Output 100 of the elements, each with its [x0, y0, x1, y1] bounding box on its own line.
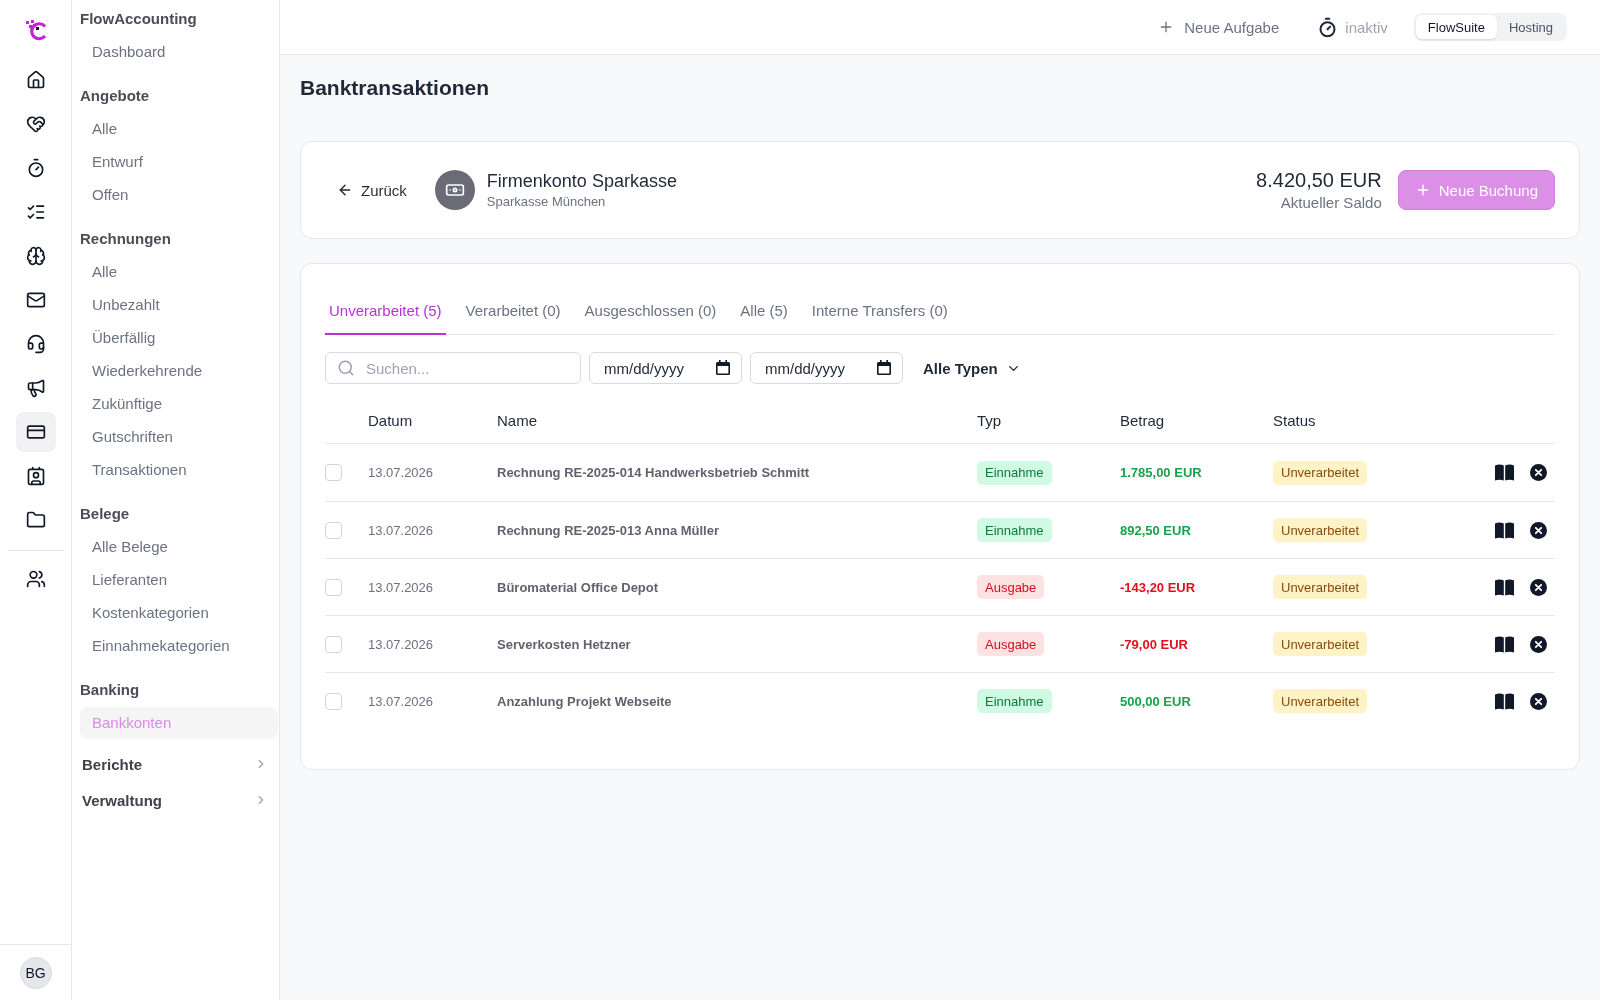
search-field[interactable]: Suchen...	[325, 352, 581, 384]
workspace-tab[interactable]: FlowSuite	[1415, 15, 1497, 39]
sidebar-group[interactable]: Berichte	[82, 755, 143, 773]
nav-button[interactable]	[15, 412, 56, 452]
close-icon[interactable]	[1530, 464, 1547, 481]
logo	[23, 18, 48, 42]
section-heading: Rechnungen	[80, 229, 172, 249]
row-checkbox[interactable]	[325, 521, 342, 539]
book-icon[interactable]	[1495, 521, 1514, 539]
close-icon[interactable]	[1530, 692, 1547, 710]
timer-status: inaktiv	[1345, 18, 1388, 36]
status-tag: Unverarbeitet	[1273, 460, 1368, 485]
name-cell-text: Rechnung RE-2025-013 Anna Müller	[497, 522, 720, 538]
brain-icon	[25, 246, 46, 266]
sidebar-item[interactable]: Einnahmekategorien	[80, 630, 278, 662]
user-avatar[interactable]: BG	[19, 956, 52, 989]
column-header: Status	[1273, 412, 1317, 429]
banknote-icon	[434, 170, 475, 210]
sidebar-item[interactable]: Gutschriften	[80, 421, 278, 453]
filter-tab[interactable]: Interne Transfers (0)	[807, 288, 952, 335]
new-task-button[interactable]: Neue Aufgabe	[1154, 14, 1284, 40]
search-icon	[337, 359, 355, 377]
filter-tab[interactable]: Alle (5)	[736, 288, 792, 335]
bank-name: Sparkasse München	[486, 194, 607, 209]
close-icon[interactable]	[1530, 521, 1547, 539]
close-icon[interactable]	[1530, 578, 1547, 596]
house-icon	[25, 70, 46, 90]
status-tag: Unverarbeitet	[1273, 632, 1368, 656]
type-tag: Einnahme	[977, 518, 1052, 542]
name-cell-text: Serverkosten Hetzner	[497, 636, 632, 652]
section-heading: FlowAccounting	[80, 9, 198, 29]
sidebar-item[interactable]: Lieferanten	[80, 564, 278, 596]
sidebar-item[interactable]: Alle	[80, 113, 278, 145]
type-dropdown[interactable]: Alle Typen	[915, 355, 1029, 381]
headset-icon	[25, 334, 46, 354]
status-tag: Unverarbeitet	[1273, 575, 1368, 599]
close-icon[interactable]	[1530, 635, 1547, 653]
calendar-icon[interactable]	[877, 360, 891, 375]
row-checkbox[interactable]	[325, 464, 342, 481]
book-icon[interactable]	[1495, 635, 1514, 653]
date-field[interactable]: mm/dd/yyyy	[750, 352, 903, 384]
status-tag: Unverarbeitet	[1273, 518, 1368, 542]
filter-tab[interactable]: Unverarbeitet (5)	[325, 288, 446, 335]
name-cell-text: Anzahlung Projekt Webseite	[497, 693, 673, 709]
sidebar-item[interactable]: Unbezahlt	[80, 289, 278, 321]
status-tag: Unverarbeitet	[1273, 689, 1368, 713]
calendar-icon[interactable]	[716, 360, 730, 375]
book-icon[interactable]	[1495, 692, 1514, 710]
column-header: Typ	[977, 412, 1003, 429]
sidebar-item[interactable]: Dashboard	[80, 36, 278, 68]
section-heading: Angebote	[80, 86, 151, 106]
amount-cell-text: -143,20 EUR	[1120, 579, 1197, 595]
page-title: Banktransaktionen	[300, 75, 491, 101]
book-icon[interactable]	[1495, 464, 1514, 481]
section-heading: Banking	[80, 680, 141, 700]
amount-cell-text: -79,00 EUR	[1120, 636, 1189, 652]
date-cell-text: 13.07.2026	[368, 522, 435, 538]
sidebar-item[interactable]: Alle	[80, 256, 278, 288]
sidebar-item[interactable]: Wiederkehrende	[80, 355, 278, 387]
sidebar-item[interactable]: Kostenkategorien	[80, 597, 278, 629]
users-icon	[25, 569, 46, 589]
account-name: Firmenkonto Sparkasse	[486, 171, 677, 192]
row-checkbox[interactable]	[325, 692, 342, 710]
filter-tab[interactable]: Ausgeschlossen (0)	[580, 288, 721, 335]
back-button[interactable]: Zurück	[325, 173, 419, 207]
sidebar-item[interactable]: Zukünftige	[80, 388, 278, 420]
type-tag: Ausgabe	[977, 632, 1045, 656]
sidebar-item[interactable]: Überfällig	[80, 322, 278, 354]
sidebar-item[interactable]: Offen	[80, 179, 278, 211]
date-cell-text: 13.07.2026	[368, 693, 435, 709]
row-checkbox[interactable]	[325, 635, 342, 653]
amount-cell-text: 1.785,00 EUR	[1120, 465, 1203, 480]
column-header: Name	[497, 412, 538, 429]
arrow-left-icon	[337, 182, 353, 198]
sidebar-group[interactable]: Verwaltung	[82, 791, 163, 809]
date-cell-text: 13.07.2026	[368, 579, 435, 595]
date-field[interactable]: mm/dd/yyyy	[589, 352, 742, 384]
checklist-icon	[25, 202, 46, 222]
folder-icon	[25, 510, 46, 530]
row-checkbox[interactable]	[325, 578, 342, 596]
megaphone-icon	[25, 378, 46, 398]
column-header: Datum	[368, 412, 414, 429]
book-icon[interactable]	[1495, 578, 1514, 596]
sidebar-item[interactable]: Entwurf	[80, 146, 278, 178]
filter-tab[interactable]: Verarbeitet (0)	[461, 288, 565, 335]
amount-cell-text: 892,50 EUR	[1120, 522, 1192, 538]
section-heading: Belege	[80, 504, 131, 524]
name-cell-text: Rechnung RE-2025-014 Handwerksbetrieb Schmitt	[497, 465, 811, 480]
type-tag: Ausgabe	[977, 575, 1045, 599]
type-tag: Einnahme	[977, 689, 1052, 713]
balance-label: Aktueller Saldo	[1280, 194, 1382, 211]
mail-icon	[25, 290, 46, 310]
contact-card-icon	[25, 466, 46, 486]
date-cell-text: 13.07.2026	[368, 465, 435, 480]
workspace-tab[interactable]: Hosting	[1496, 15, 1565, 39]
sidebar-item[interactable]: Transaktionen	[80, 454, 278, 486]
sidebar-item[interactable]: Alle Belege	[80, 531, 278, 563]
amount-cell-text: 500,00 EUR	[1120, 693, 1192, 709]
heart-handshake-icon	[25, 114, 46, 134]
balance-amount: 8.420,50 EUR	[1256, 169, 1382, 192]
